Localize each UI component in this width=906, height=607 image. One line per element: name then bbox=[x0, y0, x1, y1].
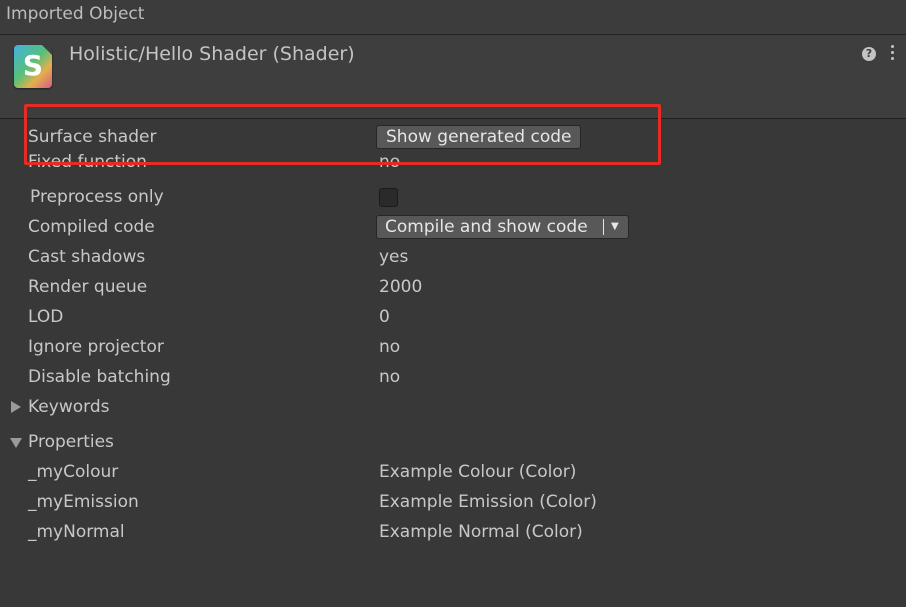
row-cast-shadows: Cast shadows yes bbox=[0, 242, 906, 272]
icon-fold-corner bbox=[42, 45, 52, 55]
row-fixed-function: Fixed function no bbox=[0, 152, 906, 174]
row-preprocess-only: Preprocess only bbox=[0, 182, 906, 212]
dropdown-label: Compile and show code bbox=[385, 217, 588, 237]
row-ignore-projector: Ignore projector no bbox=[0, 332, 906, 362]
imported-object-bar: Imported Object bbox=[0, 0, 906, 35]
preprocess-only-label: Preprocess only bbox=[30, 187, 164, 207]
property-name: _myColour bbox=[28, 462, 119, 482]
property-row: _myColour Example Colour (Color) bbox=[0, 457, 906, 487]
ignore-projector-label: Ignore projector bbox=[28, 337, 164, 357]
row-disable-batching: Disable batching no bbox=[0, 362, 906, 392]
compile-and-show-code-dropdown[interactable]: Compile and show code ▼ bbox=[376, 215, 629, 239]
properties-label[interactable]: Properties bbox=[28, 432, 114, 452]
asset-title: Holistic/Hello Shader (Shader) bbox=[69, 43, 355, 65]
panel-title: Imported Object bbox=[6, 4, 145, 24]
property-name: _myNormal bbox=[28, 522, 125, 542]
properties-foldout[interactable]: Properties bbox=[0, 427, 906, 457]
dropdown-separator bbox=[603, 219, 604, 235]
preprocess-only-checkbox[interactable] bbox=[379, 188, 398, 207]
dropdown-arrow-icon[interactable]: ▼ bbox=[611, 216, 619, 238]
foldout-collapsed-arrow-icon[interactable] bbox=[11, 401, 21, 413]
fixed-function-value: no bbox=[379, 152, 401, 172]
property-value: Example Normal (Color) bbox=[379, 522, 583, 542]
help-icon[interactable]: ? bbox=[862, 47, 876, 61]
disable-batching-value: no bbox=[379, 367, 401, 387]
row-lod: LOD 0 bbox=[0, 302, 906, 332]
property-row: _myNormal Example Normal (Color) bbox=[0, 517, 906, 547]
keywords-label[interactable]: Keywords bbox=[28, 397, 109, 417]
compiled-code-label: Compiled code bbox=[28, 217, 155, 237]
foldout-expanded-arrow-icon[interactable] bbox=[10, 438, 22, 448]
row-render-queue: Render queue 2000 bbox=[0, 272, 906, 302]
surface-shader-label: Surface shader bbox=[28, 127, 157, 147]
render-queue-label: Render queue bbox=[28, 277, 148, 297]
keywords-foldout[interactable]: Keywords bbox=[0, 392, 906, 422]
property-value: Example Colour (Color) bbox=[379, 462, 577, 482]
inspector-panel: Imported Object S Holistic/Hello Shader … bbox=[0, 0, 906, 607]
property-value: Example Emission (Color) bbox=[379, 492, 597, 512]
lod-value: 0 bbox=[379, 307, 390, 327]
cast-shadows-label: Cast shadows bbox=[28, 247, 146, 267]
property-name: _myEmission bbox=[28, 492, 139, 512]
property-row: _myEmission Example Emission (Color) bbox=[0, 487, 906, 517]
fixed-function-label: Fixed function bbox=[28, 152, 147, 172]
kebab-menu-icon[interactable] bbox=[890, 45, 896, 63]
row-compiled-code: Compiled code Compile and show code ▼ bbox=[0, 212, 906, 242]
cast-shadows-value: yes bbox=[379, 247, 409, 267]
asset-header: S Holistic/Hello Shader (Shader) ? bbox=[0, 35, 906, 119]
shader-icon: S bbox=[14, 45, 52, 88]
disable-batching-label: Disable batching bbox=[28, 367, 171, 387]
render-queue-value: 2000 bbox=[379, 277, 423, 297]
show-generated-code-button[interactable]: Show generated code bbox=[376, 125, 582, 149]
lod-label: LOD bbox=[28, 307, 64, 327]
row-surface-shader: Surface shader Show generated code bbox=[0, 122, 906, 152]
ignore-projector-value: no bbox=[379, 337, 401, 357]
